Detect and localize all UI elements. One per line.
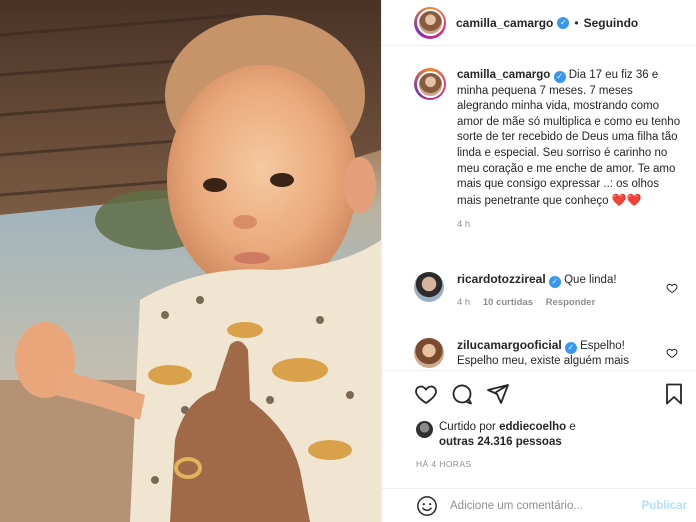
comment-time[interactable]: 4 h: [457, 297, 470, 308]
comment-text-continued: Espelho meu, existe alguém mais: [457, 355, 629, 367]
comment-meta: 4 h 10 curtidas Responder: [457, 297, 617, 308]
caption-username[interactable]: camilla_camargo: [457, 69, 550, 81]
baby-photo-illustration: [0, 0, 381, 522]
comment-heart-icon[interactable]: [666, 282, 678, 294]
commenter-avatar[interactable]: [414, 338, 444, 368]
action-bar: [414, 382, 694, 408]
caption-avatar[interactable]: [414, 68, 446, 100]
emoji-icon[interactable]: [416, 495, 438, 517]
author-avatar[interactable]: [414, 6, 446, 39]
post-side-panel: camilla_camargo ✓ • Seguindo camilla_cam…: [381, 0, 696, 522]
instagram-post-modal: camilla_camargo ✓ • Seguindo camilla_cam…: [0, 0, 696, 522]
post-date[interactable]: HÁ 4 HORAS: [416, 459, 472, 469]
add-comment-bar: Publicar: [382, 488, 696, 522]
commenter-username[interactable]: ricardotozzireal: [457, 272, 546, 286]
comment-heart-icon[interactable]: [666, 347, 678, 359]
comment-likes[interactable]: 10 curtidas: [483, 297, 533, 308]
bookmark-icon[interactable]: [662, 382, 686, 406]
post-header: camilla_camargo ✓ • Seguindo: [382, 0, 696, 46]
caption-text: Dia 17 eu fiz 36 e minha pequena 7 meses…: [457, 69, 681, 207]
liker-avatar[interactable]: [416, 421, 433, 438]
comment-text: Espelho!: [580, 340, 625, 352]
comment-item: ricardotozzireal ✓ Que linda! 4 h 10 cur…: [414, 272, 686, 308]
verified-badge-icon: ✓: [557, 16, 570, 29]
publish-button[interactable]: Publicar: [642, 500, 687, 512]
caption-time[interactable]: 4 h: [457, 219, 686, 230]
liked-by-prefix: Curtido por: [439, 421, 496, 433]
comment-text: Que linda!: [564, 274, 617, 286]
separator-dot: •: [574, 15, 579, 30]
commenter-avatar[interactable]: [414, 272, 444, 302]
comment-item: zilucamargooficial ✓ Espelho! Espelho me…: [414, 338, 686, 369]
following-button[interactable]: Seguindo: [584, 16, 639, 30]
divider: [382, 370, 696, 371]
heart-emoji: ❤️❤️: [611, 192, 642, 207]
commenter-username[interactable]: zilucamargooficial: [457, 338, 562, 352]
author-username[interactable]: camilla_camargo: [456, 16, 553, 30]
post-caption: camilla_camargo ✓ Dia 17 eu fiz 36 e min…: [414, 68, 686, 230]
liked-by-connector: e: [569, 421, 576, 433]
post-photo[interactable]: [0, 0, 381, 522]
reply-button[interactable]: Responder: [546, 297, 596, 308]
liked-by: Curtido por eddiecoelho e outras 24.316 …: [416, 420, 576, 450]
others-likes-link[interactable]: outras 24.316 pessoas: [439, 436, 562, 448]
verified-badge-icon: ✓: [553, 71, 566, 83]
comment-icon[interactable]: [450, 382, 474, 406]
share-icon[interactable]: [486, 382, 510, 406]
verified-badge-icon: ✓: [548, 276, 561, 288]
verified-badge-icon: ✓: [564, 342, 577, 354]
heart-icon[interactable]: [414, 382, 438, 406]
liker-username[interactable]: eddiecoelho: [499, 421, 566, 433]
comment-input[interactable]: [450, 499, 620, 512]
